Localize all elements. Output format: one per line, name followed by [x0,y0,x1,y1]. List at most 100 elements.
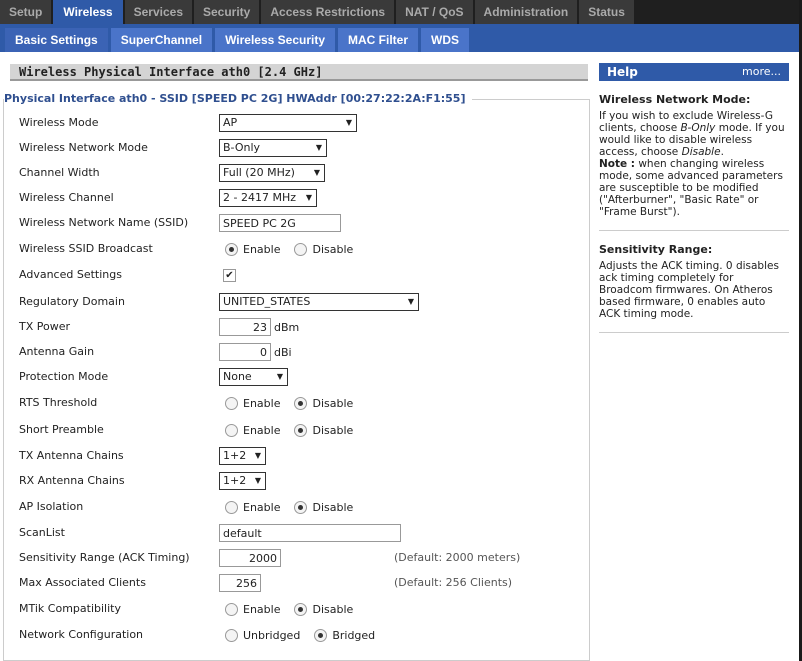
note-label: Note : [599,158,635,170]
label: TX Antenna Chains [19,449,124,462]
tab-wireless[interactable]: Wireless [53,0,123,24]
row-mtik: MTik Compatibility Enable Disable [19,599,579,619]
row-preamble: Short Preamble Enable Disable [19,420,579,440]
unbridged-radio[interactable] [225,628,238,642]
tx-power-input[interactable]: 23 [219,318,271,336]
preamble-enable-radio[interactable] [225,423,238,437]
row-regdomain: Regulatory Domain UNITED_STATES [19,292,579,312]
row-scanlist: ScanList default [19,523,579,543]
sub-tabs-bar: Basic Settings SuperChannel Wireless Sec… [0,24,802,52]
radio-label: Enable [243,602,281,616]
radio-label: Unbridged [243,628,301,642]
label: Protection Mode [19,370,109,383]
antenna-gain-input[interactable]: 0 [219,343,271,361]
main-tabs: Setup Wireless Services Security Access … [0,0,802,24]
label: Wireless Mode [19,116,99,129]
row-tx-chains: TX Antenna Chains 1+2 [19,446,579,466]
regulatory-domain-select[interactable]: UNITED_STATES [219,293,419,311]
row-network-config: Network Configuration Unbridged Bridged [19,625,579,645]
radio-label: Disable [312,242,354,256]
protection-mode-select[interactable]: None [219,368,288,386]
tab-security[interactable]: Security [194,0,260,24]
mtik-disable-radio[interactable] [294,602,308,616]
subtab-basic-settings[interactable]: Basic Settings [5,28,108,52]
tab-access-restrictions[interactable]: Access Restrictions [261,0,395,24]
ssid-input[interactable]: SPEED PC 2G [219,214,341,232]
rx-chains-select[interactable]: 1+2 [219,472,266,490]
tab-setup[interactable]: Setup [0,0,52,24]
row-ssid-broadcast: Wireless SSID Broadcast Enable Disable [19,239,579,259]
channel-width-select[interactable]: Full (20 MHz) [219,164,325,182]
subtab-wireless-security[interactable]: Wireless Security [215,28,336,52]
rts-disable-radio[interactable] [294,396,308,410]
help-title: Help [607,65,638,79]
subtab-superchannel[interactable]: SuperChannel [110,28,213,52]
subtab-mac-filter[interactable]: MAC Filter [338,28,419,52]
label: Channel Width [19,166,100,179]
rts-enable-radio[interactable] [225,396,238,410]
radio-label: Disable [312,423,354,437]
label: Max Associated Clients [19,576,146,589]
preamble-disable-radio[interactable] [294,423,308,437]
radio-label: Disable [312,396,354,410]
isolation-enable-radio[interactable] [225,500,238,514]
row-isolation: AP Isolation Enable Disable [19,497,579,517]
section-title: Wireless Physical Interface ath0 [2.4 GH… [10,64,588,81]
subtab-wds[interactable]: WDS [421,28,470,52]
label: Regulatory Domain [19,295,125,308]
label: AP Isolation [19,500,84,513]
row-sensitivity: Sensitivity Range (ACK Timing) 2000 (Defau… [19,548,579,568]
help-header: Help more... [599,63,789,81]
label: Wireless SSID Broadcast [19,242,153,255]
row-network-mode: Wireless Network Mode B-Only [19,138,579,158]
mtik-enable-radio[interactable] [225,602,238,616]
label: Network Configuration [19,628,144,641]
label: TX Power [19,320,71,333]
broadcast-enable-radio[interactable] [225,242,238,256]
isolation-disable-radio[interactable] [294,500,308,514]
text: Disable [681,146,721,158]
row-wireless-mode: Wireless Mode AP [19,113,579,133]
label: ScanList [19,526,65,539]
radio-label: Enable [243,242,281,256]
tx-chains-select[interactable]: 1+2 [219,447,266,465]
text: . [720,146,724,158]
label: RTS Threshold [19,396,98,409]
unit: dBm [274,320,300,334]
help-more-link[interactable]: more... [742,63,781,81]
row-ssid: Wireless Network Name (SSID) SPEED PC 2G [19,213,579,233]
radio-label: Enable [243,423,281,437]
help-text-network-mode: If you wish to exclude Wireless-G client… [599,110,789,218]
tab-services[interactable]: Services [124,0,192,24]
label: Sensitivity Range (ACK Timing) [19,551,190,564]
label: Antenna Gain [19,345,95,358]
row-max-clients: Max Associated Clients 256 (Default: 256 C… [19,573,579,593]
label: RX Antenna Chains [19,474,125,487]
label: MTik Compatibility [19,602,121,615]
scanlist-input[interactable]: default [219,524,401,542]
tab-nat-qos[interactable]: NAT / QoS [396,0,473,24]
broadcast-disable-radio[interactable] [294,242,308,256]
network-mode-select[interactable]: B-Only [219,139,327,157]
label: Wireless Channel [19,191,114,204]
bridged-radio[interactable] [314,628,328,642]
radio-label: Disable [312,602,354,616]
radio-label: Enable [243,396,281,410]
row-gain: Antenna Gain 0 dBi [19,342,579,362]
tab-administration[interactable]: Administration [474,0,578,24]
row-rx-chains: RX Antenna Chains 1+2 [19,471,579,491]
channel-select[interactable]: 2 - 2417 MHz [219,189,317,207]
unit: dBi [274,345,292,359]
divider [599,230,789,231]
help-heading-network-mode: Wireless Network Mode: [599,93,751,106]
wireless-mode-select[interactable]: AP [219,114,357,132]
sensitivity-input[interactable]: 2000 [219,549,281,567]
tab-status[interactable]: Status [579,0,634,24]
radio-label: Enable [243,500,281,514]
max-clients-input[interactable]: 256 [219,574,261,592]
help-panel: Help more... Wireless Network Mode: If yo… [599,63,789,333]
row-rts: RTS Threshold Enable Disable [19,393,579,413]
default-hint: (Default: 256 Clients) [394,576,513,589]
row-channel-width: Channel Width Full (20 MHz) [19,163,579,183]
advanced-settings-checkbox[interactable]: ✔ [223,268,236,282]
